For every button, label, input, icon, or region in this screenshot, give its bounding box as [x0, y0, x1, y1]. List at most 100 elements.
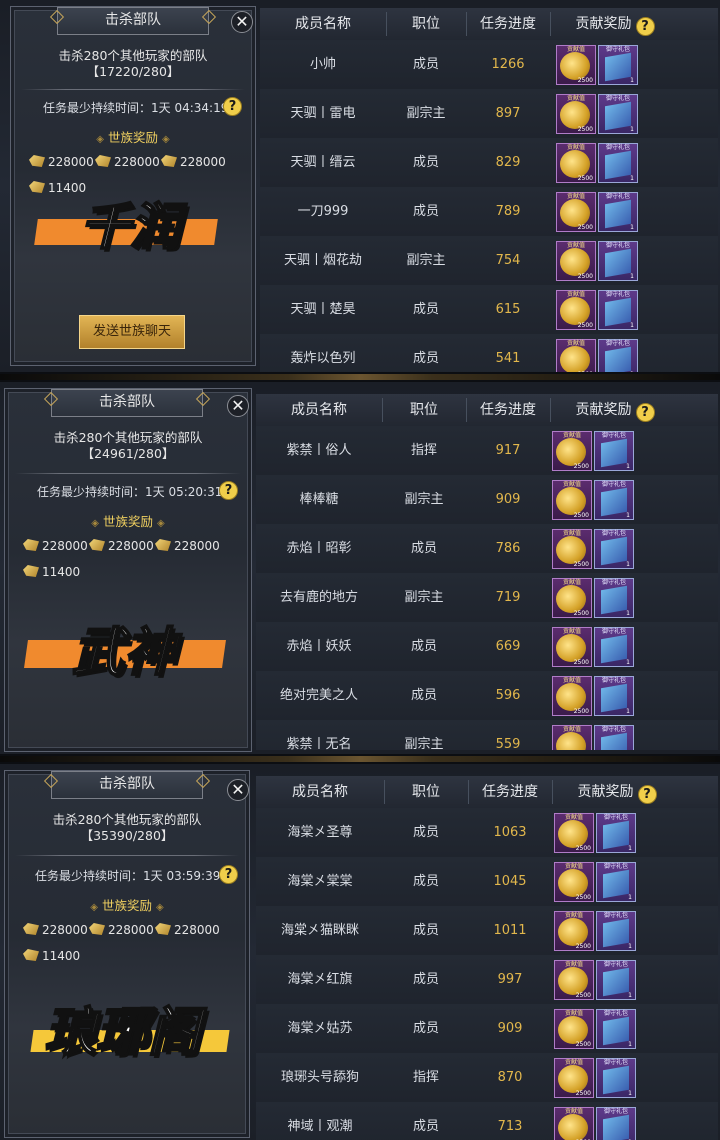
member-progress: 719: [495, 590, 521, 605]
stamp-text: 千润: [79, 197, 181, 257]
contribution-coin-icon[interactable]: 贡献值2500: [556, 94, 596, 134]
gift-pack-icon[interactable]: 御守礼包1: [598, 192, 638, 232]
coin-disc: [556, 536, 586, 564]
coin-disc: [558, 1016, 588, 1044]
member-name: 天驷丨楚昊: [290, 302, 356, 317]
member-name: 轰炸以色列: [290, 351, 356, 366]
table-row[interactable]: 赤焰丨妖妖 成员 669 贡献值 2500 御守礼包 1: [256, 622, 718, 672]
contribution-coin-icon[interactable]: 贡献值2500: [554, 1107, 594, 1140]
screenshot-panel-3: 击杀部队 ✕ 击杀280个其他玩家的部队 【35390/280】 任务最少持续时…: [0, 764, 720, 1140]
gift-pack-icon[interactable]: 御守礼包1: [598, 241, 638, 281]
table-body: 小帅 成员 1266 贡献值 2500 御守礼包 1 天驷丨雷电 副宗主 897 贡…: [260, 40, 718, 372]
table-row[interactable]: 轰炸以色列 成员 541 贡献值2500 御守礼包 1: [260, 334, 718, 372]
contribution-coin-icon[interactable]: 贡献值2500: [556, 143, 596, 183]
gift-pack-icon[interactable]: 御守礼包1: [598, 339, 638, 372]
help-icon[interactable]: ?: [635, 17, 655, 36]
gift-pack-icon[interactable]: 御守礼包1: [598, 94, 638, 134]
contribution-coin-icon[interactable]: 贡献值2500: [552, 676, 592, 716]
gift-pack-icon[interactable]: 御守礼包1: [594, 627, 634, 667]
coin-disc: [560, 52, 590, 80]
table-row[interactable]: 天驷丨雷电 副宗主 897 贡献值 2500 御守礼包 1: [260, 89, 718, 139]
gift-pack-icon[interactable]: 御守礼包1: [596, 1009, 636, 1049]
coin-disc: [556, 683, 586, 711]
gift-pack-icon[interactable]: 御守礼包1: [594, 480, 634, 520]
ornament-icon: ◈: [91, 518, 99, 529]
member-progress: 1063: [493, 825, 527, 840]
help-icon[interactable]: ?: [219, 481, 238, 500]
pack-qty: 1: [630, 175, 634, 182]
gift-pack-icon[interactable]: 御守礼包1: [594, 431, 634, 471]
member-progress: 615: [495, 302, 521, 317]
table-row[interactable]: 一刀999 成员 789 贡献值 2500 御守礼包 1: [260, 187, 718, 237]
member-name: 海棠㐅猫眯眯: [280, 923, 359, 938]
table-row[interactable]: 琅琊头号舔狗 指挥 870 贡献值 2500 御守礼包 1: [256, 1053, 718, 1103]
contribution-coin-icon[interactable]: 贡献值2500: [554, 1058, 594, 1098]
contribution-coin-icon[interactable]: 贡献值2500: [556, 290, 596, 330]
table-row[interactable]: 小帅 成员 1266 贡献值 2500 御守礼包 1: [260, 40, 718, 90]
coin-disc: [558, 1065, 588, 1093]
table-row[interactable]: 海棠㐅圣尊 成员 1063 贡献值 2500 御守礼包 1: [256, 808, 718, 858]
reward-title-text: 世族奖励: [107, 130, 158, 145]
pack-qty: 1: [628, 1041, 632, 1048]
help-icon[interactable]: ?: [635, 403, 655, 422]
gift-pack-icon[interactable]: 御守礼包1: [596, 1058, 636, 1098]
gift-pack-icon[interactable]: 御守礼包1: [596, 1107, 636, 1140]
gift-pack-icon[interactable]: 御守礼包1: [596, 911, 636, 951]
table-row[interactable]: 去有鹿的地方 副宗主 719 贡献值 2500 御守礼包 1: [256, 573, 718, 623]
contribution-coin-icon[interactable]: 贡献值2500: [554, 911, 594, 951]
gift-pack-icon[interactable]: 御守礼包1: [594, 529, 634, 569]
close-button[interactable]: ✕: [227, 779, 249, 801]
member-role: 指挥: [410, 443, 437, 458]
reward-amount: 228000: [174, 923, 220, 937]
contribution-coin-icon[interactable]: 贡献值2500: [554, 1009, 594, 1049]
help-icon[interactable]: ?: [637, 785, 657, 804]
gift-pack-icon[interactable]: 御守礼包1: [594, 725, 634, 750]
contribution-coin-icon[interactable]: 贡献值2500: [554, 813, 594, 853]
contribution-coin-icon[interactable]: 贡献值2500: [552, 627, 592, 667]
coin-disc: [560, 248, 590, 276]
contribution-coin-icon[interactable]: 贡献值2500: [554, 862, 594, 902]
table-row[interactable]: 海棠㐅猫眯眯 成员 1011 贡献值 2500 御守礼包 1: [256, 906, 718, 956]
contribution-coin-icon[interactable]: 贡献值2500: [556, 192, 596, 232]
gift-pack-icon[interactable]: 御守礼包1: [596, 862, 636, 902]
close-button[interactable]: ✕: [231, 11, 253, 33]
table-row[interactable]: 赤焰丨昭彰 成员 786 贡献值 2500 御守礼包 1: [256, 524, 718, 574]
coin-disc: [556, 438, 586, 466]
table-row[interactable]: 紫禁丨俗人 指挥 917 贡献值 2500 御守礼包 1: [256, 426, 718, 476]
table-row[interactable]: 天驷丨烟花劫 副宗主 754 贡献值 2500 御守礼包 1: [260, 236, 718, 286]
contribution-coin-icon[interactable]: 贡献值2500: [552, 578, 592, 618]
header-progress: 任务进度: [480, 402, 536, 418]
pack-book: [605, 248, 631, 278]
gift-pack-icon[interactable]: 御守礼包1: [594, 676, 634, 716]
gift-pack-icon[interactable]: 御守礼包1: [598, 290, 638, 330]
help-icon[interactable]: ?: [219, 865, 238, 884]
gift-pack-icon[interactable]: 御守礼包1: [594, 578, 634, 618]
table-row[interactable]: 天驷丨缙云 成员 829 贡献值 2500 御守礼包 1: [260, 138, 718, 188]
contribution-coin-icon[interactable]: 贡献值2500: [552, 480, 592, 520]
table-row[interactable]: 神域丨观潮 成员 713 贡献值2500 御守礼包1: [256, 1102, 718, 1140]
contribution-coin-icon[interactable]: 贡献值2500: [556, 339, 596, 372]
send-chat-button[interactable]: 发送世族聊天: [79, 315, 185, 349]
contribution-coin-icon[interactable]: 贡献值2500: [552, 529, 592, 569]
close-button[interactable]: ✕: [227, 395, 249, 417]
gift-pack-icon[interactable]: 御守礼包1: [596, 960, 636, 1000]
table-row[interactable]: 海棠㐅棠棠 成员 1045 贡献值 2500 御守礼包 1: [256, 857, 718, 907]
table-row[interactable]: 绝对完美之人 成员 596 贡献值 2500 御守礼包 1: [256, 671, 718, 721]
table-row[interactable]: 棒棒糖 副宗主 909 贡献值 2500 御守礼包 1: [256, 475, 718, 525]
pack-book: [605, 150, 631, 180]
table-row[interactable]: 海棠㐅红旗 成员 997 贡献值 2500 御守礼包 1: [256, 955, 718, 1005]
contribution-coin-icon[interactable]: 贡献值2500: [556, 241, 596, 281]
contribution-coin-icon[interactable]: 贡献值2500: [552, 725, 592, 750]
contribution-coin-icon[interactable]: 贡献值2500: [556, 45, 596, 85]
contribution-coin-icon[interactable]: 贡献值2500: [552, 431, 592, 471]
gift-pack-icon[interactable]: 御守礼包1: [598, 45, 638, 85]
member-progress: 1266: [491, 57, 525, 72]
contribution-coin-icon[interactable]: 贡献值2500: [554, 960, 594, 1000]
table-row[interactable]: 紫禁丨无名 副宗主 559 贡献值2500 御守礼包1: [256, 720, 718, 750]
gift-pack-icon[interactable]: 御守礼包1: [598, 143, 638, 183]
table-row[interactable]: 海棠㐅姑苏 成员 909 贡献值 2500 御守礼包 1: [256, 1004, 718, 1054]
table-row[interactable]: 天驷丨楚昊 成员 615 贡献值 2500 御守礼包 1: [260, 285, 718, 335]
reward-item: 228000: [95, 155, 160, 169]
gift-pack-icon[interactable]: 御守礼包1: [596, 813, 636, 853]
help-icon[interactable]: ?: [223, 97, 242, 116]
